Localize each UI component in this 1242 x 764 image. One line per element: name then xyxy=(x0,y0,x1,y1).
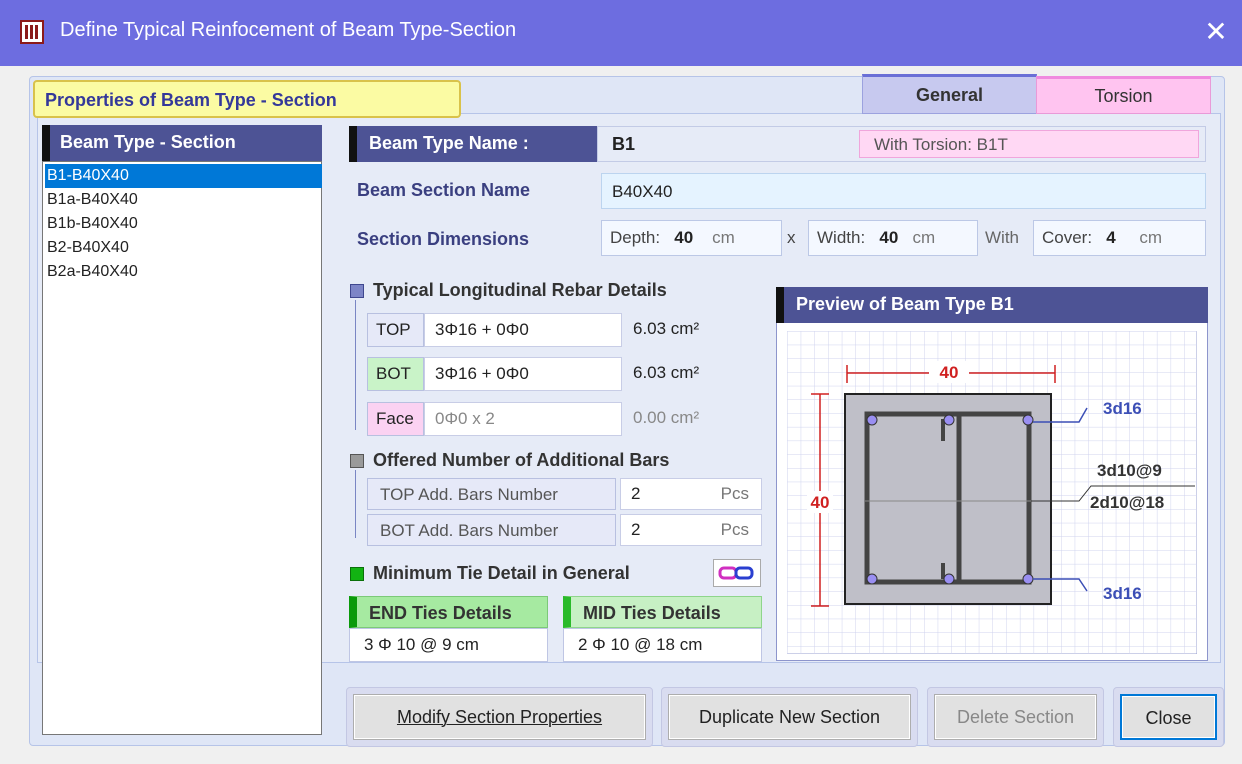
bot-rebar-field[interactable]: 3Φ16 + 0Φ0 xyxy=(424,357,622,391)
ties-title: Minimum Tie Detail in General xyxy=(373,563,630,583)
section-name-label: Beam Section Name xyxy=(357,180,531,200)
depth-value: 40 xyxy=(674,228,694,247)
width-unit: cm xyxy=(912,228,936,247)
bot-add-bars-label: BOT Add. Bars Number xyxy=(367,514,616,546)
face-rebar-field[interactable]: 0Φ0 x 2 xyxy=(424,402,622,436)
modify-section-button[interactable]: Modify Section Properties xyxy=(353,694,646,740)
link-icon[interactable] xyxy=(713,559,761,587)
mid-tie-label: 2d10@18 xyxy=(1090,493,1164,512)
top-rebar-field[interactable]: 3Φ16 + 0Φ0 xyxy=(424,313,622,347)
additional-marker xyxy=(350,454,364,468)
list-item[interactable]: B1a-B40X40 xyxy=(45,188,322,212)
bot-add-bars-unit: Pcs xyxy=(720,520,749,539)
longitudinal-bracket xyxy=(355,300,367,430)
end-ties-label: END Ties Details xyxy=(349,596,548,628)
rebar xyxy=(866,414,878,426)
width-value: 40 xyxy=(879,228,899,247)
cover-value: 4 xyxy=(1106,228,1116,247)
mid-ties-label: MID Ties Details xyxy=(563,596,762,628)
longitudinal-marker xyxy=(350,284,364,298)
rebar xyxy=(866,573,878,585)
rebar xyxy=(943,573,955,585)
times-sign: x xyxy=(787,228,796,247)
face-rebar-area: 0.00 cm² xyxy=(633,408,700,427)
end-ties-field[interactable]: 3 Φ 10 @ 9 cm xyxy=(349,628,548,662)
additional-bracket xyxy=(355,470,367,538)
rebar xyxy=(1022,573,1034,585)
window-title: Define Typical Reinfocement of Beam Type… xyxy=(60,19,517,41)
top-bars-label: 3d16 xyxy=(1103,399,1142,418)
app-icon xyxy=(20,20,44,44)
section-name-field[interactable]: B40X40 xyxy=(601,173,1206,209)
list-header: Beam Type - Section xyxy=(42,125,322,161)
top-add-bars-unit: Pcs xyxy=(720,484,749,503)
tab-properties[interactable]: Properties of Beam Type - Section xyxy=(33,80,461,118)
depth-label: Depth: xyxy=(610,228,661,247)
ties-marker xyxy=(350,567,364,581)
bot-rebar-tag: BOT xyxy=(367,357,424,391)
beam-type-name-label: Beam Type Name : xyxy=(349,126,597,162)
width-label: Width: xyxy=(817,228,866,247)
top-rebar-area: 6.03 cm² xyxy=(633,319,700,338)
top-rebar-tag: TOP xyxy=(367,313,424,347)
cover-label: Cover: xyxy=(1042,228,1093,247)
longitudinal-title: Typical Longitudinal Rebar Details xyxy=(373,280,667,300)
face-rebar-tag: Face xyxy=(367,402,424,436)
rebar xyxy=(943,414,955,426)
top-add-bars-field[interactable]: 2 Pcs xyxy=(620,478,762,510)
tab-general[interactable]: General xyxy=(862,74,1037,114)
width-dimension: 40 xyxy=(940,363,959,382)
bot-add-bars-field[interactable]: 2 Pcs xyxy=(620,514,762,546)
bot-add-bars-value: 2 xyxy=(631,520,641,539)
cover-field[interactable]: Cover: 4 cm xyxy=(1033,220,1206,256)
list-item[interactable]: B1-B40X40 xyxy=(45,164,322,188)
bot-rebar-area: 6.03 cm² xyxy=(633,363,700,382)
additional-title: Offered Number of Additional Bars xyxy=(373,450,670,470)
torsion-type-value: With Torsion: B1T xyxy=(859,130,1199,158)
list-item[interactable]: B1b-B40X40 xyxy=(45,212,322,236)
delete-section-button[interactable]: Delete Section xyxy=(934,694,1097,740)
depth-unit: cm xyxy=(712,228,735,247)
close-button[interactable]: Close xyxy=(1120,694,1217,740)
concrete-section xyxy=(844,393,1052,605)
top-add-bars-value: 2 xyxy=(631,484,641,503)
width-field[interactable]: Width: 40 cm xyxy=(808,220,978,256)
beam-section-drawing: 40 40 3d16 3d16 3d10@9 2d10@18 xyxy=(787,331,1197,654)
end-tie-label: 3d10@9 xyxy=(1097,461,1162,480)
rebar xyxy=(1022,414,1034,426)
preview-title: Preview of Beam Type B1 xyxy=(776,287,1208,323)
section-dimensions-label: Section Dimensions xyxy=(357,229,530,249)
list-item[interactable]: B2-B40X40 xyxy=(45,236,322,260)
list-item[interactable]: B2a-B40X40 xyxy=(45,260,322,284)
with-label: With xyxy=(985,228,1019,247)
depth-dimension: 40 xyxy=(811,493,830,512)
bot-bars-label: 3d16 xyxy=(1103,584,1142,603)
duplicate-section-button[interactable]: Duplicate New Section xyxy=(668,694,911,740)
beam-section-list[interactable]: B1-B40X40 B1a-B40X40 B1b-B40X40 B2-B40X4… xyxy=(42,161,322,735)
depth-field[interactable]: Depth: 40 cm xyxy=(601,220,782,256)
tab-torsion[interactable]: Torsion xyxy=(1036,76,1211,114)
cover-unit: cm xyxy=(1139,228,1163,247)
mid-ties-field[interactable]: 2 Φ 10 @ 18 cm xyxy=(563,628,762,662)
top-add-bars-label: TOP Add. Bars Number xyxy=(367,478,616,510)
close-icon[interactable]: ✕ xyxy=(1198,12,1234,52)
